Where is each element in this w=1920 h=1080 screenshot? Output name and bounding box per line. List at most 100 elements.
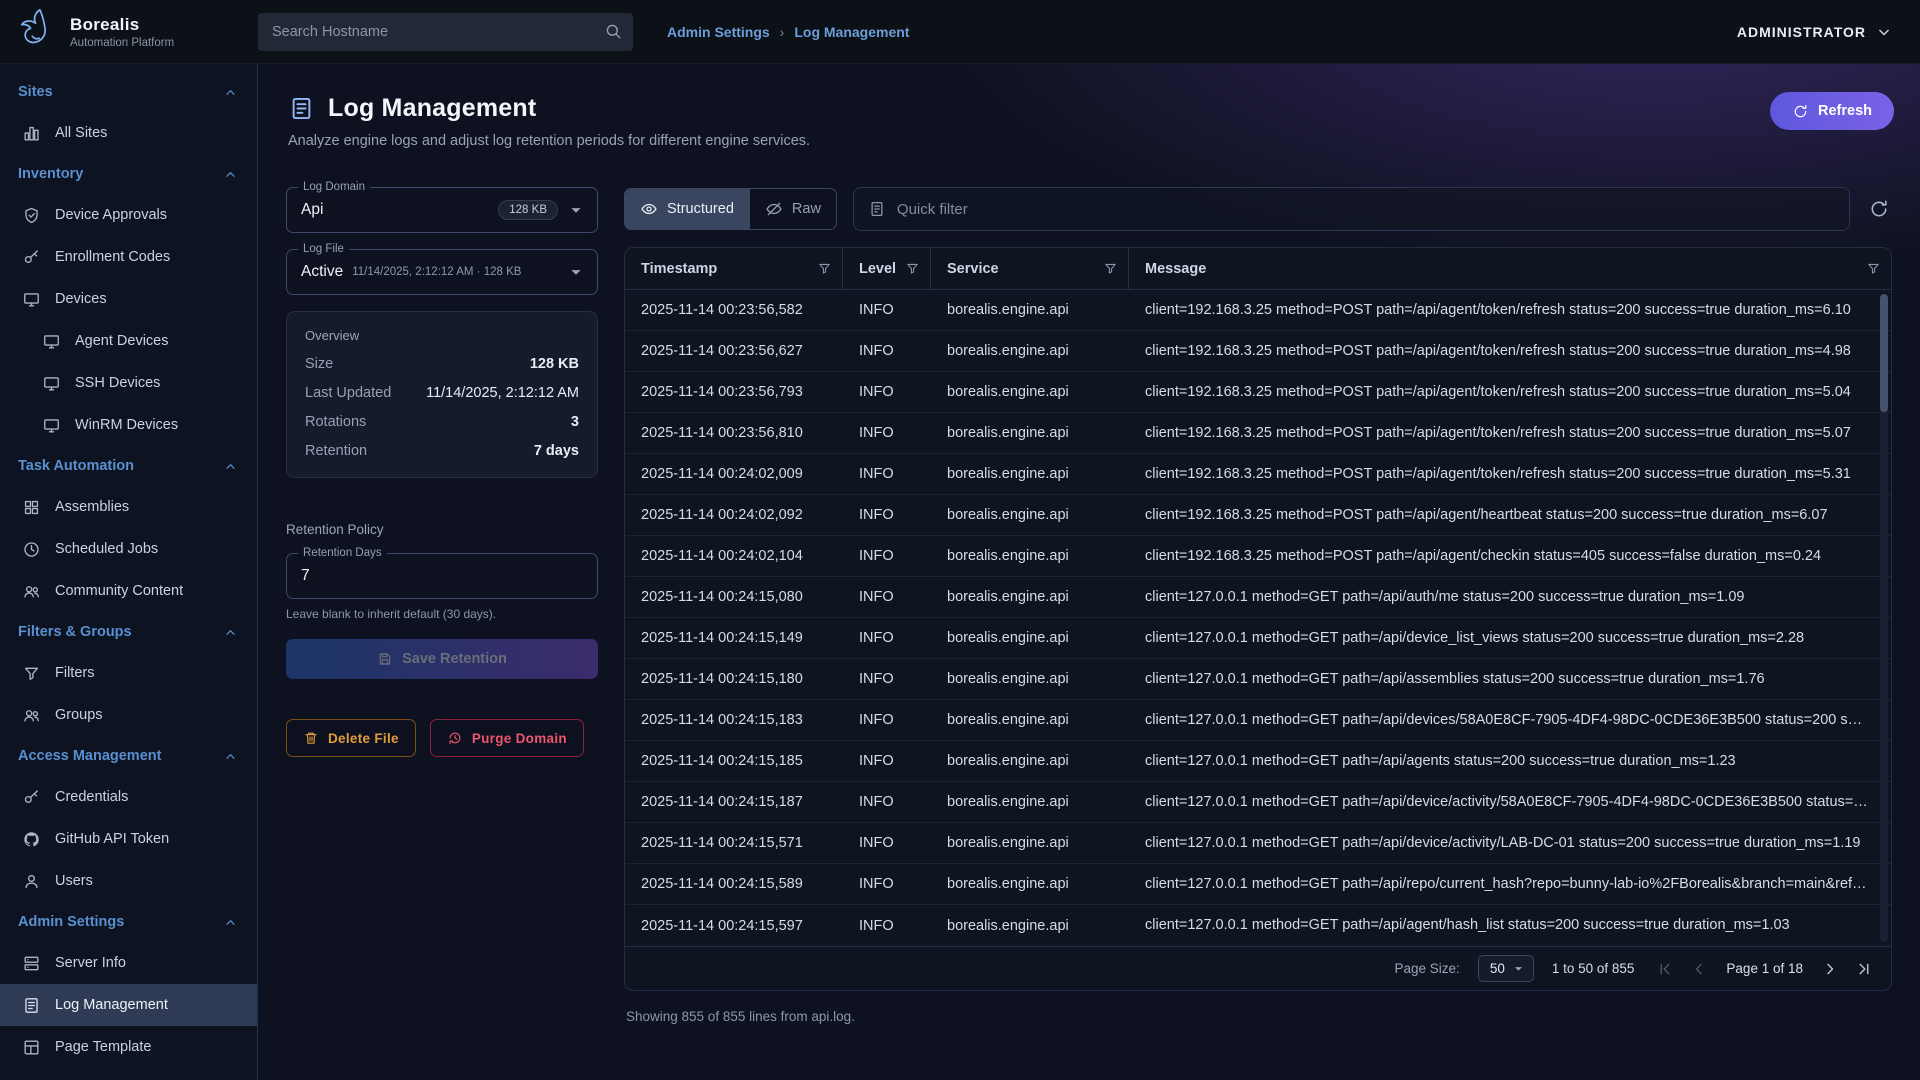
hostname-search [258, 13, 633, 51]
sidebar-section-access-management[interactable]: Access Management [0, 736, 257, 776]
filter-funnel-icon[interactable] [1103, 261, 1118, 276]
sidebar-item-github-api-token[interactable]: GitHub API Token [0, 818, 257, 860]
sidebar-section-sites[interactable]: Sites [0, 72, 257, 112]
user-role-label: ADMINISTRATOR [1737, 24, 1866, 40]
sidebar-item-groups[interactable]: Groups [0, 694, 257, 736]
column-header-level[interactable]: Level [843, 248, 931, 289]
filter-funnel-icon[interactable] [1866, 261, 1881, 276]
column-label: Service [947, 261, 999, 277]
log-row[interactable]: 2025-11-14 00:24:15,589INFOborealis.engi… [625, 864, 1891, 905]
github-icon [22, 830, 41, 849]
log-row[interactable]: 2025-11-14 00:24:15,180INFOborealis.engi… [625, 659, 1891, 700]
log-row[interactable]: 2025-11-14 00:24:15,149INFOborealis.engi… [625, 618, 1891, 659]
title-row: Log Management [288, 94, 1894, 123]
log-row[interactable]: 2025-11-14 00:23:56,793INFOborealis.engi… [625, 372, 1891, 413]
save-retention-button[interactable]: Save Retention [286, 639, 598, 679]
delete-file-label: Delete File [328, 731, 399, 746]
sidebar-item-filters[interactable]: Filters [0, 652, 257, 694]
next-page-button[interactable] [1817, 956, 1843, 982]
cell-message: client=192.168.3.25 method=POST path=/ap… [1129, 372, 1891, 412]
sidebar-item-agent-devices[interactable]: Agent Devices [0, 320, 257, 362]
sidebar-item-ssh-devices[interactable]: SSH Devices [0, 362, 257, 404]
log-row[interactable]: 2025-11-14 00:24:15,597INFOborealis.engi… [625, 905, 1891, 946]
log-row[interactable]: 2025-11-14 00:23:56,810INFOborealis.engi… [625, 413, 1891, 454]
sidebar-item-page-template[interactable]: Page Template [0, 1026, 257, 1068]
column-header-timestamp[interactable]: Timestamp [625, 248, 843, 289]
main-content: Log Management Analyze engine logs and a… [258, 64, 1920, 1080]
cell-level: INFO [843, 618, 931, 658]
purge-domain-button[interactable]: Purge Domain [430, 719, 584, 757]
sidebar-item-enrollment-codes[interactable]: Enrollment Codes [0, 236, 257, 278]
structured-view-button[interactable]: Structured [625, 189, 749, 229]
filter-funnel-icon[interactable] [905, 261, 920, 276]
table-refresh-button[interactable] [1866, 196, 1892, 222]
cell-level: INFO [843, 372, 931, 412]
quick-filter-input[interactable] [897, 201, 1835, 218]
log-doc-icon [22, 996, 41, 1015]
scrollbar-thumb[interactable] [1880, 294, 1888, 412]
log-row[interactable]: 2025-11-14 00:24:02,092INFOborealis.engi… [625, 495, 1891, 536]
sidebar-section-inventory[interactable]: Inventory [0, 154, 257, 194]
raw-view-button[interactable]: Raw [749, 189, 836, 229]
log-row[interactable]: 2025-11-14 00:24:15,185INFOborealis.engi… [625, 741, 1891, 782]
retention-days-field: Retention Days [286, 553, 598, 599]
log-domain-select[interactable]: Log Domain Api 128 KB [286, 187, 598, 233]
delete-file-button[interactable]: Delete File [286, 719, 416, 757]
breadcrumb-separator: › [780, 24, 785, 40]
column-header-service[interactable]: Service [931, 248, 1129, 289]
log-row[interactable]: 2025-11-14 00:23:56,582INFOborealis.engi… [625, 290, 1891, 331]
log-viewer: Structured Raw [624, 187, 1892, 1024]
monitor-icon [42, 374, 61, 393]
log-row[interactable]: 2025-11-14 00:24:02,104INFOborealis.engi… [625, 536, 1891, 577]
retention-days-input[interactable] [301, 567, 583, 585]
sidebar-section-task-automation[interactable]: Task Automation [0, 446, 257, 486]
sidebar-item-credentials[interactable]: Credentials [0, 776, 257, 818]
table-scrollbar[interactable] [1880, 294, 1888, 942]
user-menu-button[interactable]: ADMINISTRATOR [1737, 22, 1920, 42]
last-page-button[interactable] [1851, 956, 1877, 982]
hostname-search-input[interactable] [258, 13, 633, 51]
page-size-select[interactable]: 50 [1478, 955, 1534, 982]
previous-page-button[interactable] [1686, 956, 1712, 982]
sidebar-item-devices[interactable]: Devices [0, 278, 257, 320]
log-row[interactable]: 2025-11-14 00:24:15,080INFOborealis.engi… [625, 577, 1891, 618]
refresh-icon [1792, 103, 1809, 120]
filter-funnel-icon[interactable] [817, 261, 832, 276]
retention-days-label: Retention Days [298, 546, 387, 560]
log-row[interactable]: 2025-11-14 00:24:15,183INFOborealis.engi… [625, 700, 1891, 741]
refresh-button[interactable]: Refresh [1770, 92, 1894, 130]
cell-timestamp: 2025-11-14 00:24:02,009 [625, 454, 843, 494]
grid-icon [22, 498, 41, 517]
sidebar-item-users[interactable]: Users [0, 860, 257, 902]
chevron-up-icon [222, 458, 239, 475]
brand[interactable]: Borealis Automation Platform [0, 6, 258, 57]
log-file-select[interactable]: Log File Active 11/14/2025, 2:12:12 AM ·… [286, 249, 598, 295]
shield-check-icon [22, 206, 41, 225]
sidebar-item-device-approvals[interactable]: Device Approvals [0, 194, 257, 236]
sidebar-item-log-management[interactable]: Log Management [0, 984, 257, 1026]
column-header-message[interactable]: Message [1129, 248, 1891, 289]
log-row[interactable]: 2025-11-14 00:24:02,009INFOborealis.engi… [625, 454, 1891, 495]
cell-service: borealis.engine.api [931, 782, 1129, 822]
cell-message: client=192.168.3.25 method=POST path=/ap… [1129, 536, 1891, 576]
log-row[interactable]: 2025-11-14 00:23:56,627INFOborealis.engi… [625, 331, 1891, 372]
sidebar-section-admin-settings[interactable]: Admin Settings [0, 902, 257, 942]
cell-service: borealis.engine.api [931, 618, 1129, 658]
purge-domain-label: Purge Domain [472, 731, 567, 746]
log-row[interactable]: 2025-11-14 00:24:15,187INFOborealis.engi… [625, 782, 1891, 823]
sidebar-item-all-sites[interactable]: All Sites [0, 112, 257, 154]
sidebar-item-winrm-devices[interactable]: WinRM Devices [0, 404, 257, 446]
sidebar-item-assemblies[interactable]: Assemblies [0, 486, 257, 528]
sidebar-section-filters-groups[interactable]: Filters & Groups [0, 612, 257, 652]
sidebar-item-server-info[interactable]: Server Info [0, 942, 257, 984]
column-label: Timestamp [641, 261, 717, 277]
sidebar-item-scheduled-jobs[interactable]: Scheduled Jobs [0, 528, 257, 570]
sidebar-item-community-content[interactable]: Community Content [0, 570, 257, 612]
first-page-button[interactable] [1652, 956, 1678, 982]
overview-label: Rotations [305, 414, 366, 430]
cell-timestamp: 2025-11-14 00:23:56,810 [625, 413, 843, 453]
log-toolbar: Structured Raw [624, 187, 1892, 231]
overview-value: 128 KB [530, 356, 579, 372]
log-row[interactable]: 2025-11-14 00:24:15,571INFOborealis.engi… [625, 823, 1891, 864]
breadcrumb-admin-settings[interactable]: Admin Settings [667, 24, 770, 40]
